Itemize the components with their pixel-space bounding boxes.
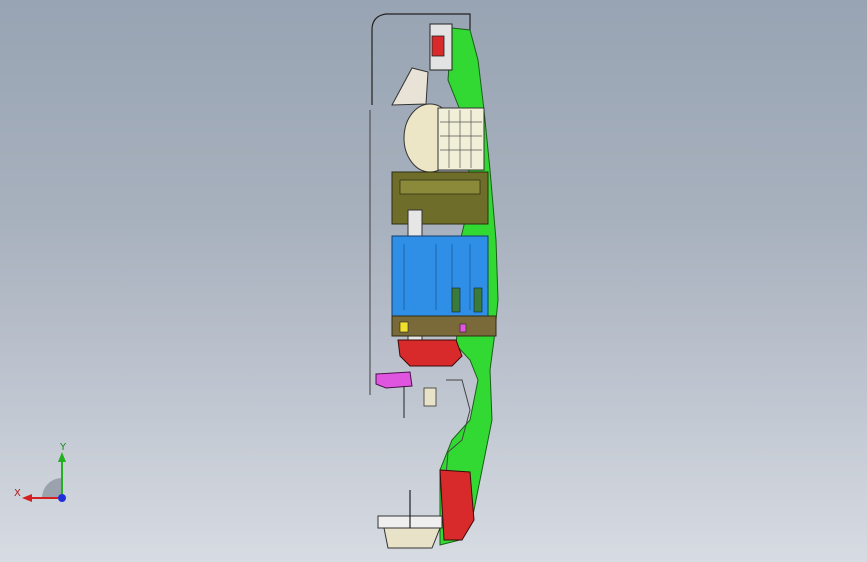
angled-bracket[interactable] [391,67,429,106]
small-connector[interactable] [423,387,437,407]
yellow-marker[interactable] [399,321,409,333]
axis-triad: Y X [14,442,67,502]
red-base[interactable] [439,469,475,541]
bottom-foot[interactable] [383,527,441,549]
assembly-model[interactable] [0,0,867,562]
motor-terminal-b[interactable] [473,287,483,313]
motor-terminal-a[interactable] [451,287,461,313]
y-axis-label: Y [59,442,67,453]
top-red-block[interactable] [431,35,445,57]
olive-bracket-inner [399,179,481,195]
x-axis-label: X [14,488,21,499]
y-axis-arrow-icon [58,452,66,462]
cad-viewport[interactable]: Y X [0,0,867,562]
magenta-clamp[interactable] [375,371,413,389]
x-axis-arrow-icon [22,494,32,502]
red-coupling[interactable] [397,339,463,367]
magenta-tag[interactable] [459,323,467,333]
heat-sink[interactable] [437,107,485,171]
z-axis-dot-icon [58,494,66,502]
motor-housing[interactable] [391,235,489,317]
triad-plane [42,478,62,498]
